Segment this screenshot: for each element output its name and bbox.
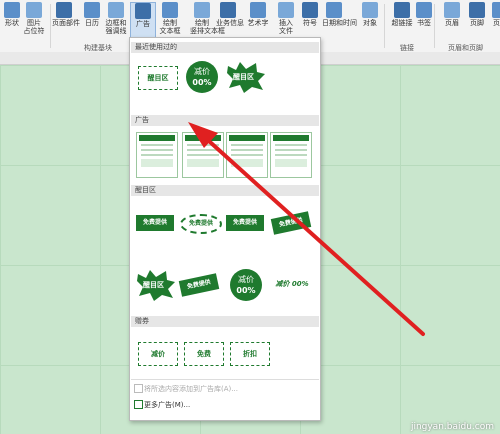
- watermark: jingyan.baidu.com: [410, 422, 494, 432]
- annotation-arrow: [188, 122, 425, 336]
